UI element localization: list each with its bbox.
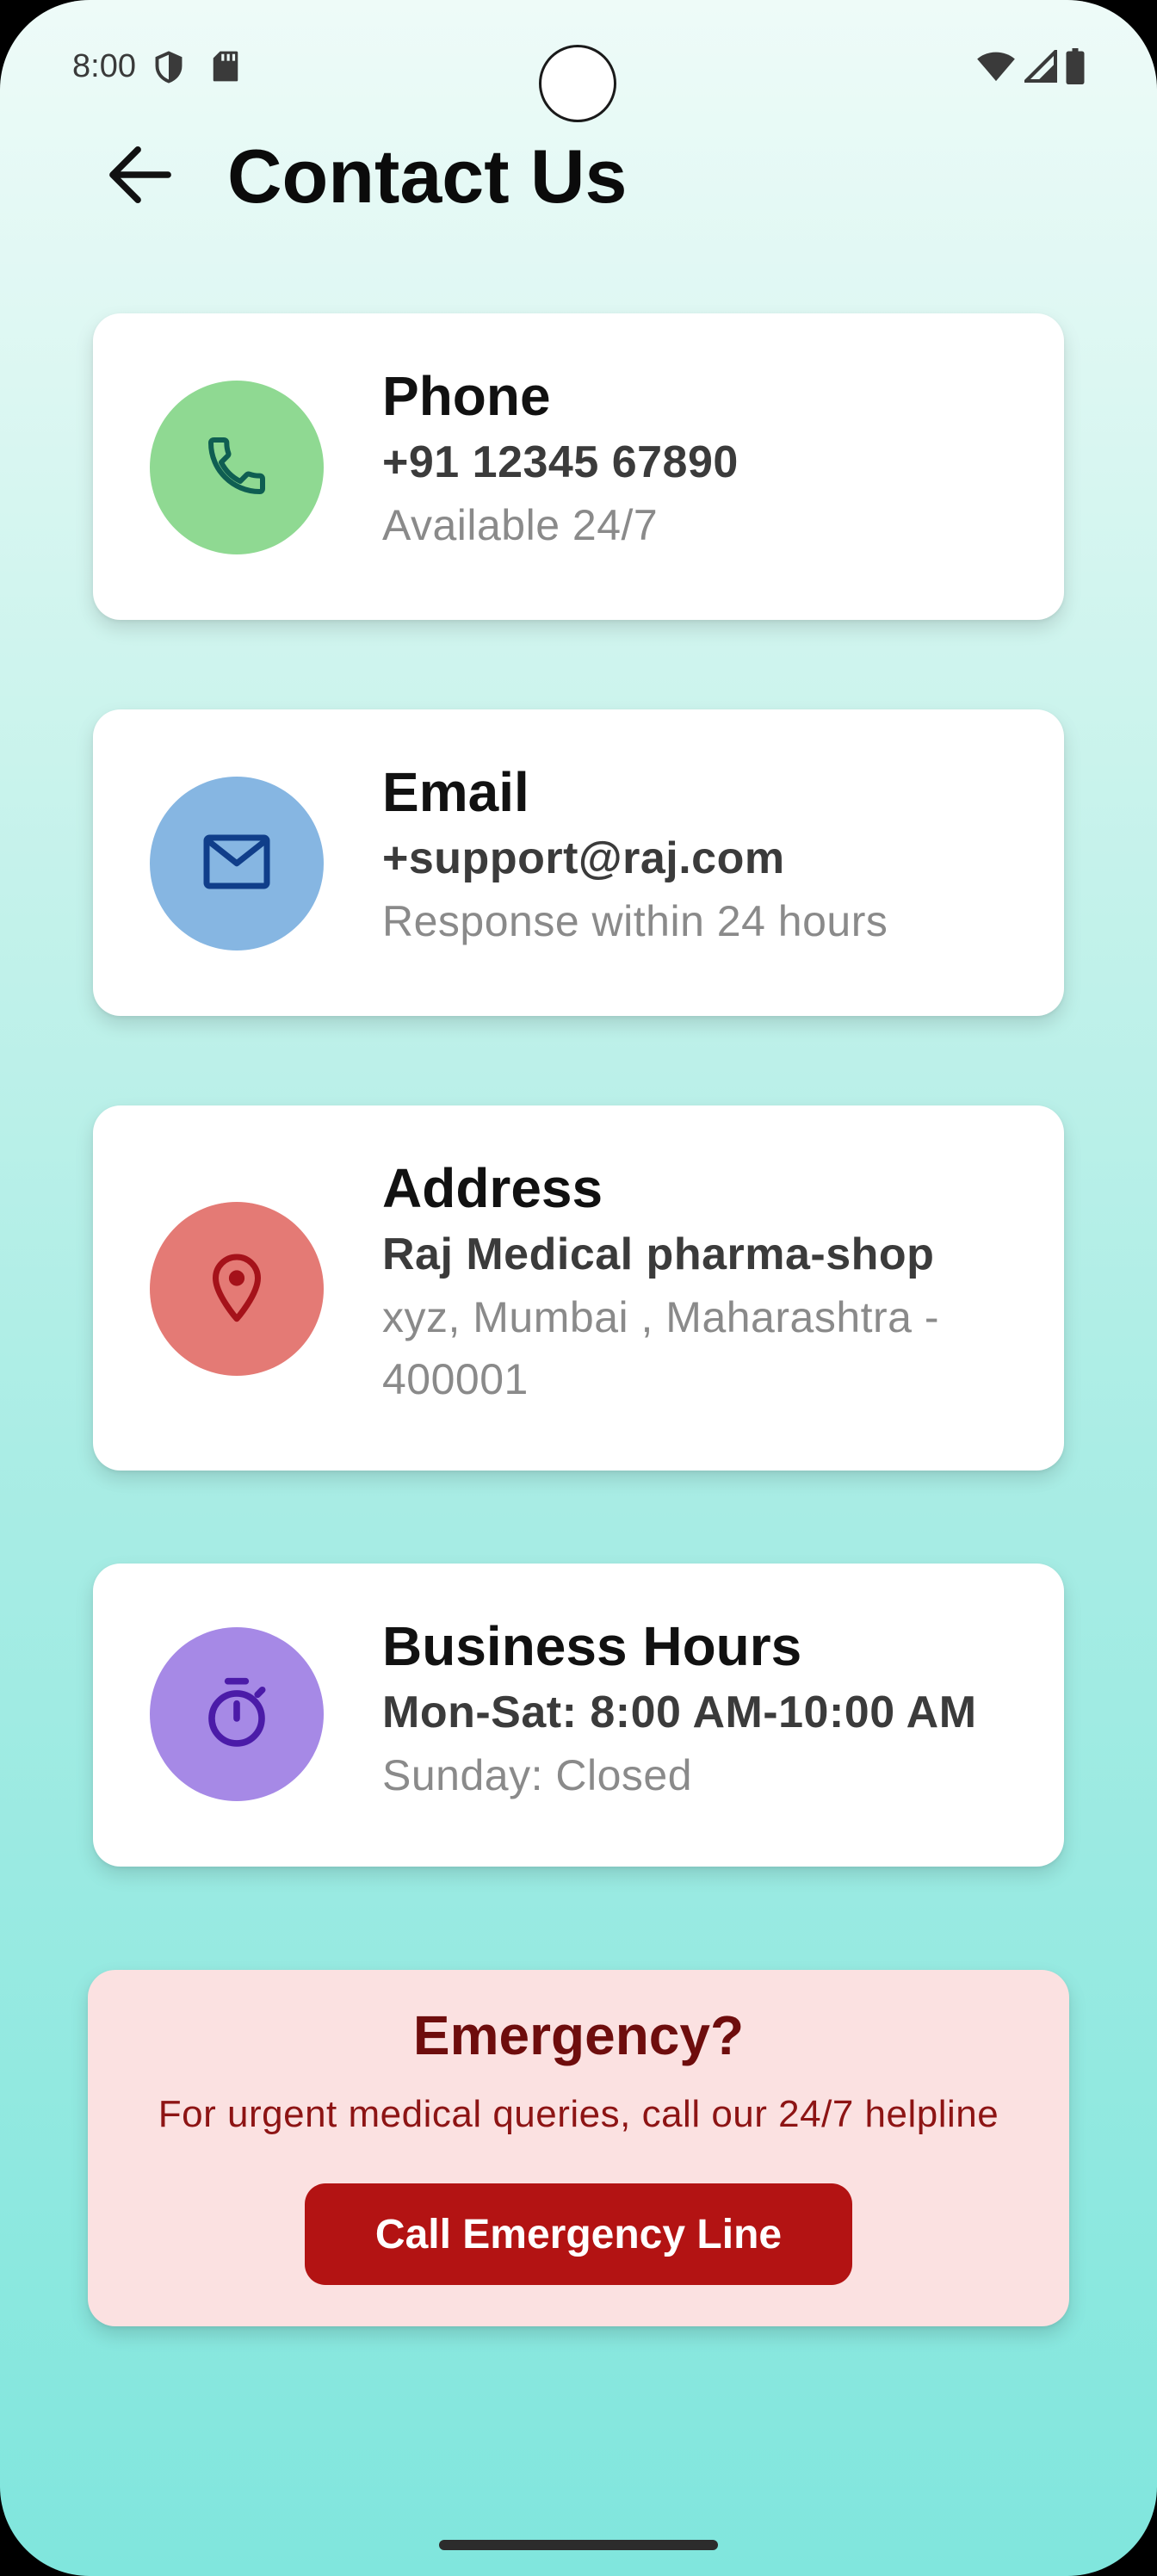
hours-sunday: Sunday: Closed xyxy=(382,1751,693,1799)
hours-weekdays: Mon-Sat: 8:00 AM-10:00 AM xyxy=(382,1687,977,1737)
location-pin-icon xyxy=(209,1251,264,1328)
arrow-left-icon xyxy=(107,145,174,209)
email-address: +support@raj.com xyxy=(382,833,785,883)
email-response-time: Response within 24 hours xyxy=(382,897,888,945)
phone-number: +91 12345 67890 xyxy=(382,437,739,487)
address-card[interactable]: Address Raj Medical pharma-shop xyz, Mum… xyxy=(93,1105,1064,1471)
phone-icon xyxy=(202,431,271,505)
phone-availability: Available 24/7 xyxy=(382,501,659,549)
wifi-icon xyxy=(976,50,1016,87)
back-button[interactable] xyxy=(102,138,179,215)
emergency-subtitle: For urgent medical queries, call our 24/… xyxy=(158,2093,999,2135)
timer-icon xyxy=(204,1676,269,1753)
battery-icon xyxy=(1066,48,1085,89)
phone-title: Phone xyxy=(382,365,551,427)
sd-card-icon xyxy=(212,50,239,87)
hours-title: Business Hours xyxy=(382,1615,802,1677)
phone-icon-circle xyxy=(150,381,324,554)
hours-icon-circle xyxy=(150,1627,324,1801)
emergency-title: Emergency? xyxy=(412,2004,745,2066)
mail-icon xyxy=(201,832,273,896)
call-emergency-button[interactable]: Call Emergency Line xyxy=(305,2183,852,2285)
address-title: Address xyxy=(382,1157,603,1219)
email-icon-circle xyxy=(150,777,324,951)
status-time: 8:00 xyxy=(72,48,136,84)
address-shop-name: Raj Medical pharma-shop xyxy=(382,1229,935,1279)
app-screen: 8:00 Contact Us Phone +91 12345 67890 Av… xyxy=(0,0,1157,2576)
email-title: Email xyxy=(382,761,529,823)
shield-icon xyxy=(153,50,184,89)
business-hours-card[interactable]: Business Hours Mon-Sat: 8:00 AM-10:00 AM… xyxy=(93,1564,1064,1867)
address-location: xyz, Mumbai , Maharashtra - 400001 xyxy=(382,1293,940,1403)
front-camera xyxy=(539,45,616,122)
address-icon-circle xyxy=(150,1202,324,1376)
home-indicator[interactable] xyxy=(439,2540,718,2550)
status-icons xyxy=(976,46,1085,89)
phone-card[interactable]: Phone +91 12345 67890 Available 24/7 xyxy=(93,313,1064,620)
email-card[interactable]: Email +support@raj.com Response within 2… xyxy=(93,709,1064,1016)
emergency-panel: Emergency? For urgent medical queries, c… xyxy=(88,1970,1069,2326)
page-title: Contact Us xyxy=(227,133,628,219)
signal-icon xyxy=(1021,46,1058,87)
